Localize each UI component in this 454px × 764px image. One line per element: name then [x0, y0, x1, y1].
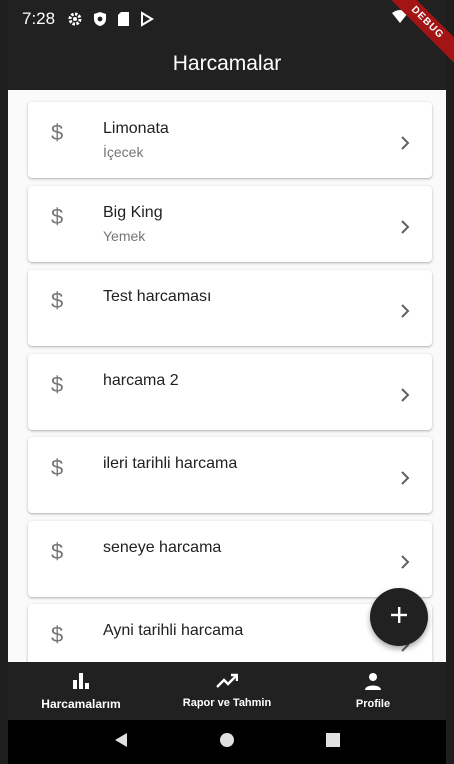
- expense-card[interactable]: $ seneye harcama: [28, 521, 432, 597]
- chevron-right-icon: [400, 136, 410, 155]
- sd-card-icon: [117, 11, 130, 27]
- expense-title: seneye harcama: [103, 539, 222, 556]
- status-time: 7:28: [22, 9, 56, 28]
- chevron-right-icon: [400, 555, 410, 574]
- nav-label: Rapor ve Tahmin: [182, 697, 272, 709]
- chevron-right-icon: [400, 220, 410, 239]
- recents-icon[interactable]: [325, 732, 341, 753]
- add-expense-button[interactable]: [370, 588, 428, 646]
- device-frame-right: [446, 0, 454, 764]
- chevron-right-icon: [400, 304, 410, 323]
- expense-title: Test harcaması: [103, 288, 212, 305]
- app-bar: Harcamalar: [8, 38, 446, 90]
- gear-icon: [67, 11, 83, 27]
- phone-screen: 7:28 DEBUG Harcamalar $ Limonata İçecek …: [0, 0, 454, 764]
- nav-item-profile[interactable]: Profile: [300, 662, 446, 720]
- expense-title: Ayni tarihli harcama: [103, 622, 244, 639]
- status-bar: 7:28: [8, 0, 446, 38]
- expense-card[interactable]: $ ileri tarihli harcama: [28, 437, 432, 513]
- add-icon: [389, 605, 409, 630]
- shield-icon: [93, 11, 107, 27]
- expense-card[interactable]: $ Big King Yemek: [28, 186, 432, 262]
- system-navigation-bar: [8, 720, 446, 764]
- expense-card[interactable]: $ harcama 2: [28, 354, 432, 430]
- expense-title: harcama 2: [103, 372, 179, 389]
- bottom-navigation: Harcamalarım Rapor ve Tahmin Profile: [8, 662, 446, 720]
- expense-list[interactable]: $ Limonata İçecek $ Big King Yemek $ Tes…: [8, 90, 446, 662]
- back-icon[interactable]: [113, 732, 129, 753]
- trending-up-icon: [216, 673, 239, 694]
- expense-category: Yemek: [103, 228, 146, 244]
- expense-category: İçecek: [103, 144, 144, 160]
- expense-card[interactable]: $ Limonata İçecek: [28, 102, 432, 178]
- dollar-icon: $: [51, 372, 64, 397]
- device-frame-left: [0, 0, 8, 764]
- nav-label: Harcamalarım: [41, 697, 121, 711]
- page-title: Harcamalar: [172, 52, 282, 75]
- dollar-icon: $: [51, 539, 64, 564]
- play-store-icon: [140, 11, 155, 27]
- dollar-icon: $: [51, 120, 64, 145]
- chevron-right-icon: [400, 388, 410, 407]
- expense-title: Big King: [103, 204, 163, 221]
- dollar-icon: $: [51, 455, 64, 480]
- dollar-icon: $: [51, 288, 64, 313]
- expense-title: Limonata: [103, 120, 169, 137]
- home-icon[interactable]: [219, 732, 235, 753]
- person-icon: [364, 672, 382, 695]
- status-icons-left: [67, 11, 155, 27]
- chevron-right-icon: [400, 471, 410, 490]
- nav-item-harcamalarim[interactable]: Harcamalarım: [8, 662, 154, 720]
- expense-card[interactable]: $ Test harcaması: [28, 270, 432, 346]
- dollar-icon: $: [51, 622, 64, 647]
- nav-item-rapor-ve-tahmin[interactable]: Rapor ve Tahmin: [154, 662, 300, 720]
- bar-chart-icon: [72, 671, 90, 694]
- nav-label: Profile: [355, 698, 391, 710]
- expense-title: ileri tarihli harcama: [103, 455, 238, 472]
- dollar-icon: $: [51, 204, 64, 229]
